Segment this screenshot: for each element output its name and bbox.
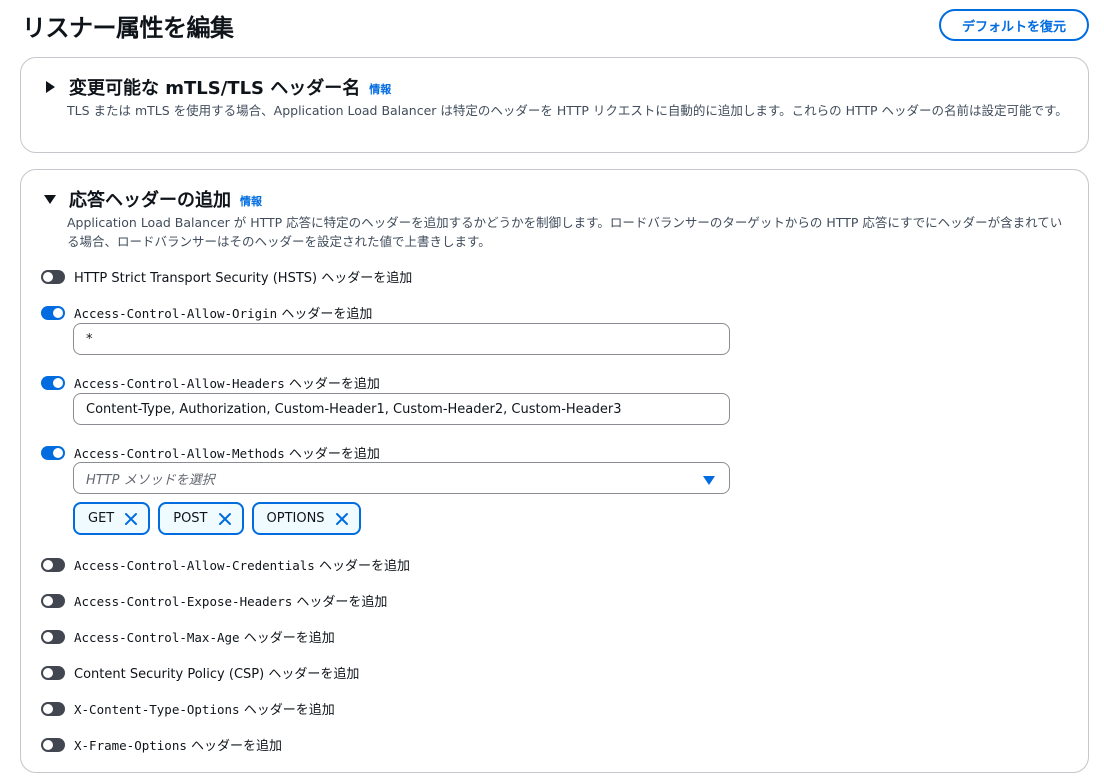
mtls-panel-title[interactable]: 変更可能な mTLS/TLS ヘッダー名 <box>69 74 360 100</box>
method-token-options: OPTIONS <box>251 502 361 535</box>
method-token-label: OPTIONS <box>266 511 325 526</box>
allow-methods-toggle-label: Access-Control-Allow-Methods ヘッダーを追加 <box>74 446 380 462</box>
caret-down-icon[interactable] <box>43 192 57 206</box>
toggle-row-max-age[interactable]: Access-Control-Max-Age ヘッダーを追加 <box>41 627 335 646</box>
restore-defaults-button[interactable]: デフォルトを復元 <box>938 9 1089 41</box>
mtls-info-link[interactable]: 情報 <box>369 81 391 97</box>
toggle-row-allow-origin[interactable]: Access-Control-Allow-Origin ヘッダーを追加 <box>41 303 372 322</box>
remove-get-icon[interactable] <box>123 511 139 527</box>
toggle-row-allow-credentials[interactable]: Access-Control-Allow-Credentials ヘッダーを追加 <box>41 555 410 574</box>
response-panel-description: Application Load Balancer が HTTP 応答に特定のヘ… <box>67 215 1063 249</box>
toggle-row-hsts[interactable]: HTTP Strict Transport Security (HSTS) ヘッ… <box>41 267 412 286</box>
mtls-panel-header[interactable]: 変更可能な mTLS/TLS ヘッダー名 情報 <box>43 74 391 100</box>
mtls-panel-description: TLS または mTLS を使用する場合、Application Load Ba… <box>67 103 1068 118</box>
allow-headers-toggle[interactable] <box>41 375 65 390</box>
x-frame-options-toggle-label: X-Frame-Options ヘッダーを追加 <box>74 738 283 754</box>
csp-toggle[interactable] <box>41 665 65 680</box>
response-info-link[interactable]: 情報 <box>240 193 262 209</box>
allow-origin-toggle-label: Access-Control-Allow-Origin ヘッダーを追加 <box>74 306 373 322</box>
method-token-label: POST <box>173 511 208 526</box>
expose-headers-toggle-label: Access-Control-Expose-Headers ヘッダーを追加 <box>74 594 388 610</box>
methods-select[interactable]: HTTP メソッドを選択 <box>73 462 730 494</box>
x-frame-options-toggle[interactable] <box>41 737 65 752</box>
response-panel-header[interactable]: 応答ヘッダーの追加 情報 <box>43 186 262 212</box>
method-token-post: POST <box>158 502 244 535</box>
allow-methods-toggle[interactable] <box>41 445 65 460</box>
x-content-type-options-toggle[interactable] <box>41 701 65 716</box>
max-age-toggle[interactable] <box>41 629 65 644</box>
caret-right-icon[interactable] <box>43 80 57 94</box>
expose-headers-toggle[interactable] <box>41 593 65 608</box>
page-title: リスナー属性を編集 <box>22 14 234 42</box>
caret-down-icon <box>703 474 715 489</box>
toggle-row-expose-headers[interactable]: Access-Control-Expose-Headers ヘッダーを追加 <box>41 591 387 610</box>
remove-options-icon[interactable] <box>334 511 350 527</box>
toggle-row-allow-headers[interactable]: Access-Control-Allow-Headers ヘッダーを追加 <box>41 373 380 392</box>
x-content-type-options-toggle-label: X-Content-Type-Options ヘッダーを追加 <box>74 702 335 718</box>
methods-select-placeholder: HTTP メソッドを選択 <box>86 472 215 488</box>
toggle-row-allow-methods[interactable]: Access-Control-Allow-Methods ヘッダーを追加 <box>41 443 380 462</box>
response-panel-title[interactable]: 応答ヘッダーの追加 <box>69 186 231 212</box>
mtls-header-names-panel: 変更可能な mTLS/TLS ヘッダー名 情報 TLS または mTLS を使用… <box>20 57 1089 153</box>
toggle-row-x-content-type-options[interactable]: X-Content-Type-Options ヘッダーを追加 <box>41 699 335 718</box>
max-age-toggle-label: Access-Control-Max-Age ヘッダーを追加 <box>74 630 335 646</box>
allow-headers-toggle-label: Access-Control-Allow-Headers ヘッダーを追加 <box>74 376 380 392</box>
csp-toggle-label: Content Security Policy (CSP) ヘッダーを追加 <box>74 667 360 682</box>
method-tokens: GET POST OPTIONS <box>73 502 361 535</box>
method-token-label: GET <box>88 511 115 526</box>
hsts-toggle[interactable] <box>41 269 65 284</box>
toggle-row-csp[interactable]: Content Security Policy (CSP) ヘッダーを追加 <box>41 663 359 682</box>
remove-post-icon[interactable] <box>217 511 233 527</box>
allow-credentials-toggle-label: Access-Control-Allow-Credentials ヘッダーを追加 <box>74 558 410 574</box>
hsts-toggle-label: HTTP Strict Transport Security (HSTS) ヘッ… <box>74 271 413 286</box>
allow-origin-input[interactable]: * <box>73 323 730 355</box>
response-headers-panel: 応答ヘッダーの追加 情報 Application Load Balancer が… <box>20 169 1089 773</box>
toggle-row-x-frame-options[interactable]: X-Frame-Options ヘッダーを追加 <box>41 735 282 754</box>
allow-credentials-toggle[interactable] <box>41 557 65 572</box>
method-token-get: GET <box>73 502 151 535</box>
allow-origin-toggle[interactable] <box>41 305 65 320</box>
allow-headers-input[interactable]: Content-Type, Authorization, Custom-Head… <box>73 393 730 425</box>
